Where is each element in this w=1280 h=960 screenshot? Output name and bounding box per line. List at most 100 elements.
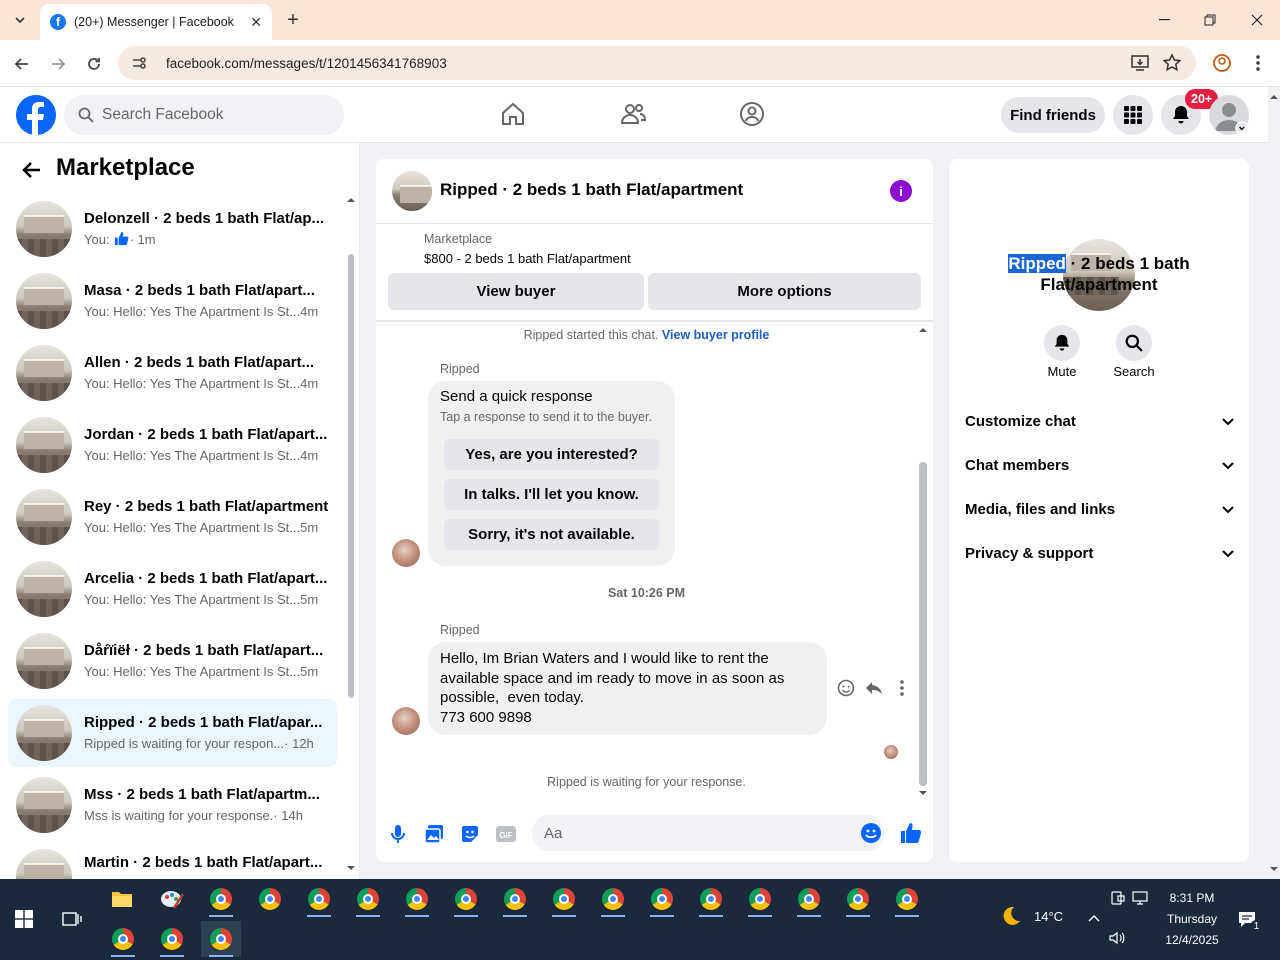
weather-widget[interactable]: 14°C xyxy=(1000,905,1063,927)
view-buyer-button[interactable]: View buyer xyxy=(388,273,644,310)
more-options-button[interactable]: More options xyxy=(648,273,921,310)
reply-icon[interactable] xyxy=(864,678,884,698)
chat-scrollbar[interactable] xyxy=(917,324,929,800)
privacy-support-row[interactable]: Privacy & support xyxy=(965,541,1235,565)
listing-price-title[interactable]: $800 - 2 beds 1 bath Flat/apartment xyxy=(424,251,631,266)
back-icon[interactable] xyxy=(10,52,34,76)
paint-app-icon[interactable] xyxy=(152,881,192,917)
chrome-taskbar-icon[interactable] xyxy=(250,881,290,917)
conversation-item[interactable]: Delonzell · 2 beds 1 bath Flat/ap... You… xyxy=(8,195,337,263)
friends-icon[interactable] xyxy=(619,100,647,128)
info-icon[interactable]: i xyxy=(890,180,912,202)
chrome-taskbar-icon[interactable] xyxy=(152,921,192,957)
volume-icon[interactable] xyxy=(1108,930,1126,946)
sticker-icon[interactable] xyxy=(459,823,481,845)
home-icon[interactable] xyxy=(499,100,527,128)
media-files-links-row[interactable]: Media, files and links xyxy=(965,497,1235,521)
chat-members-row[interactable]: Chat members xyxy=(965,453,1235,477)
omnibox[interactable]: facebook.com/messages/t/1201456341768903 xyxy=(118,46,1196,80)
left-scrollbar[interactable] xyxy=(346,196,356,876)
chrome-taskbar-icon[interactable] xyxy=(397,881,437,917)
chrome-menu-icon[interactable] xyxy=(1250,53,1266,73)
new-tab-icon[interactable]: + xyxy=(282,9,304,31)
bookmark-star-icon[interactable] xyxy=(1162,53,1182,73)
microphone-icon[interactable] xyxy=(387,823,409,845)
more-actions-icon[interactable] xyxy=(892,678,912,698)
photo-gallery-icon[interactable] xyxy=(423,823,445,845)
chrome-taskbar-icon[interactable] xyxy=(887,881,927,917)
chat-title[interactable]: Ripped · 2 beds 1 bath Flat/apartment xyxy=(440,180,743,200)
chrome-profile-icon[interactable] xyxy=(1212,53,1232,73)
chrome-taskbar-icon[interactable] xyxy=(495,881,535,917)
chrome-taskbar-icon[interactable] xyxy=(348,881,388,917)
groups-icon[interactable] xyxy=(738,100,766,128)
forward-icon[interactable] xyxy=(46,52,70,76)
system-clock[interactable]: 8:31 PM Thursday 12/4/2025 xyxy=(1158,888,1226,951)
emoji-icon[interactable] xyxy=(860,822,882,844)
reload-icon[interactable] xyxy=(82,52,106,76)
close-tab-icon[interactable]: ✕ xyxy=(250,14,262,31)
page-scrollbar[interactable] xyxy=(1268,87,1280,879)
listing-thumbnail xyxy=(16,705,72,761)
view-buyer-profile-link[interactable]: View buyer profile xyxy=(662,328,769,342)
chrome-taskbar-icon[interactable] xyxy=(740,881,780,917)
meet-now-icon[interactable] xyxy=(1110,890,1126,906)
chrome-taskbar-icon[interactable] xyxy=(446,881,486,917)
conversation-time: 4m xyxy=(300,376,319,391)
search-conversation-button[interactable] xyxy=(1116,325,1152,361)
conversation-item-selected[interactable]: Ripped · 2 beds 1 bath Flat/apar... Ripp… xyxy=(8,699,337,767)
message-bubble[interactable]: Hello, Im Brian Waters and I would like … xyxy=(428,642,827,735)
chrome-taskbar-icon[interactable] xyxy=(642,881,682,917)
site-settings-icon[interactable] xyxy=(130,54,148,72)
menu-grid-icon[interactable] xyxy=(1113,95,1153,135)
minimize-icon[interactable] xyxy=(1141,8,1187,32)
install-app-icon[interactable] xyxy=(1130,53,1150,73)
file-explorer-icon[interactable] xyxy=(102,881,142,917)
chrome-taskbar-icon[interactable] xyxy=(544,881,584,917)
action-center-icon[interactable]: 1 xyxy=(1236,908,1263,934)
gif-icon[interactable]: GIF xyxy=(495,823,517,845)
task-view-icon[interactable] xyxy=(52,901,92,937)
conversation-item[interactable]: Jordan · 2 beds 1 bath Flat/apart... You… xyxy=(8,411,337,479)
facebook-logo[interactable] xyxy=(16,95,56,135)
marketplace-label: Marketplace xyxy=(424,232,493,246)
chrome-taskbar-icon-active[interactable] xyxy=(201,921,241,957)
conversation-item[interactable]: Martin · 2 beds 1 bath Flat/apart... xyxy=(8,843,337,879)
facebook-search-input[interactable]: Search Facebook xyxy=(64,95,344,135)
message-input[interactable]: Aa xyxy=(532,815,884,851)
conversation-item[interactable]: Rey · 2 beds 1 bath Flat/apartment You: … xyxy=(8,483,337,551)
conversation-item[interactable]: Masa · 2 beds 1 bath Flat/apart... You: … xyxy=(8,267,337,335)
quick-reply-in-talks[interactable]: In talks. I'll let you know. xyxy=(444,479,659,510)
close-window-icon[interactable] xyxy=(1234,8,1280,32)
back-arrow-icon[interactable] xyxy=(20,158,44,182)
chrome-taskbar-icon[interactable] xyxy=(838,881,878,917)
buyer-avatar[interactable] xyxy=(392,539,420,567)
customize-chat-row[interactable]: Customize chat xyxy=(965,409,1235,433)
browser-tab-messenger[interactable]: f (20+) Messenger | Facebook ✕ xyxy=(40,4,272,40)
react-emoji-icon[interactable] xyxy=(836,678,856,698)
conversation-item[interactable]: Dåŕïiëł · 2 beds 1 bath Flat/apart... Yo… xyxy=(8,627,337,695)
chrome-taskbar-icon[interactable] xyxy=(789,881,829,917)
account-avatar[interactable] xyxy=(1209,95,1249,135)
buyer-avatar[interactable] xyxy=(392,707,420,735)
tab-search-icon[interactable] xyxy=(8,8,32,32)
conversation-item[interactable]: Arcelia · 2 beds 1 bath Flat/apart... Yo… xyxy=(8,555,337,623)
chrome-taskbar-icon[interactable] xyxy=(299,881,339,917)
chat-listing-avatar[interactable] xyxy=(392,171,432,211)
windows-start-icon[interactable] xyxy=(4,901,44,937)
quick-reply-yes[interactable]: Yes, are you interested? xyxy=(444,439,659,470)
find-friends-button[interactable]: Find friends xyxy=(1001,97,1105,133)
chrome-taskbar-icon[interactable] xyxy=(691,881,731,917)
mute-button[interactable] xyxy=(1044,325,1080,361)
conversation-item[interactable]: Mss · 2 beds 1 bath Flat/apartm... Mss i… xyxy=(8,771,337,839)
restore-icon[interactable] xyxy=(1187,8,1233,32)
quick-reply-not-available[interactable]: Sorry, it's not available. xyxy=(444,519,659,550)
network-icon[interactable] xyxy=(1132,890,1150,906)
chrome-taskbar-icon[interactable] xyxy=(201,881,241,917)
conversation-item[interactable]: Allen · 2 beds 1 bath Flat/apart... You:… xyxy=(8,339,337,407)
thumbs-up-send-icon[interactable] xyxy=(899,821,923,845)
show-hidden-icons-icon[interactable] xyxy=(1086,911,1102,927)
listing-thumbnail xyxy=(16,633,72,689)
chrome-taskbar-icon[interactable] xyxy=(103,921,143,957)
chrome-taskbar-icon[interactable] xyxy=(593,881,633,917)
